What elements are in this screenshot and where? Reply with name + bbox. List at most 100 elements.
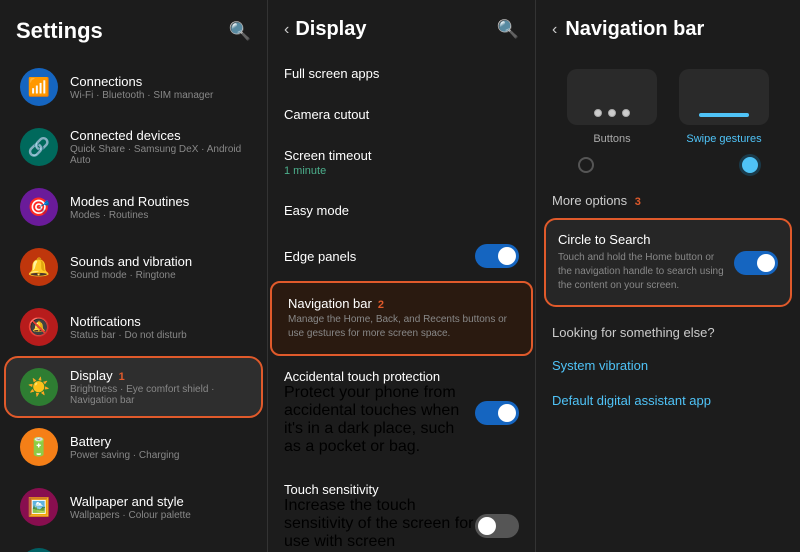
display-item-title-navigation-bar: Navigation bar2 bbox=[288, 296, 515, 311]
sidebar-item-subtitle-connected-devices: Quick Share · Samsung DeX · Android Auto bbox=[70, 144, 247, 166]
badge-2: 2 bbox=[378, 299, 384, 311]
sidebar-item-title-notifications: Notifications bbox=[70, 314, 247, 329]
sidebar-item-subtitle-modes-routines: Modes · Routines bbox=[70, 210, 247, 221]
nav-back-button[interactable]: ‹ bbox=[552, 21, 557, 39]
display-search-button[interactable]: 🔍 bbox=[497, 19, 519, 40]
nav-buttons-label: Buttons bbox=[593, 133, 630, 145]
sidebar-item-subtitle-connections: Wi-Fi · Bluetooth · SIM manager bbox=[70, 90, 247, 101]
display-item-desc-navigation-bar: Manage the Home, Back, and Recents butto… bbox=[288, 313, 515, 341]
connected-devices-icon: 🔗 bbox=[20, 128, 58, 166]
sidebar-item-title-modes-routines: Modes and Routines bbox=[70, 194, 247, 209]
display-item-touch-sensitivity[interactable]: Touch sensitivityIncrease the touch sens… bbox=[268, 469, 535, 552]
toggle-edge-panels[interactable] bbox=[475, 244, 519, 268]
display-item-accidental-touch[interactable]: Accidental touch protectionProtect your … bbox=[268, 356, 535, 469]
display-header: ‹ Display 🔍 bbox=[268, 0, 535, 53]
nav-buttons-box bbox=[567, 69, 657, 125]
sidebar-item-title-connections: Connections bbox=[70, 74, 247, 89]
default-assistant-link[interactable]: Default digital assistant app bbox=[536, 383, 800, 418]
display-panel: ‹ Display 🔍 Full screen apps Camera cutou… bbox=[268, 0, 536, 552]
battery-icon: 🔋 bbox=[20, 428, 58, 466]
display-item-subtitle-screen-timeout: 1 minute bbox=[284, 165, 519, 177]
themes-icon: 🎨 bbox=[20, 548, 58, 552]
wallpaper-icon: 🖼️ bbox=[20, 488, 58, 526]
nav-radio-row bbox=[536, 153, 800, 185]
nav-buttons-radio[interactable] bbox=[578, 157, 594, 173]
navigation-bar-panel: ‹ Navigation bar Buttons Swipe gestures bbox=[536, 0, 800, 552]
display-item-full-screen-apps[interactable]: Full screen apps bbox=[268, 53, 535, 94]
display-item-title-touch-sensitivity: Touch sensitivity bbox=[284, 482, 475, 497]
display-item-desc-touch-sensitivity: Increase the touch sensitivity of the sc… bbox=[284, 497, 475, 552]
nav-buttons-option[interactable]: Buttons bbox=[567, 69, 657, 145]
circle-search-text: Circle to Search Touch and hold the Home… bbox=[558, 232, 724, 293]
looking-for-label: Looking for something else? bbox=[536, 309, 800, 348]
sidebar-item-subtitle-wallpaper: Wallpapers · Colour palette bbox=[70, 510, 247, 521]
display-list: Full screen apps Camera cutout Screen time… bbox=[268, 53, 535, 552]
display-item-screen-timeout[interactable]: Screen timeout 1 minute bbox=[268, 135, 535, 190]
display-item-title-edge-panels: Edge panels bbox=[284, 249, 356, 264]
display-item-camera-cutout[interactable]: Camera cutout bbox=[268, 94, 535, 135]
settings-header: Settings 🔍 bbox=[0, 0, 267, 56]
back-chevron-icon: ‹ bbox=[284, 21, 289, 39]
nav-title: Navigation bar bbox=[565, 18, 704, 41]
system-vibration-link[interactable]: System vibration bbox=[536, 348, 800, 383]
display-item-desc-accidental-touch: Protect your phone from accidental touch… bbox=[284, 384, 475, 456]
display-icon: ☀️ bbox=[20, 368, 58, 406]
nav-dot-2 bbox=[608, 109, 616, 117]
sidebar-item-notifications[interactable]: 🔕 NotificationsStatus bar · Do not distur… bbox=[6, 298, 261, 356]
circle-search-title: Circle to Search bbox=[558, 232, 724, 247]
circle-search-desc: Touch and hold the Home button or the na… bbox=[558, 251, 724, 293]
sidebar-item-subtitle-sounds: Sound mode · Ringtone bbox=[70, 270, 247, 281]
badge-1: 1 bbox=[119, 371, 125, 383]
settings-search-button[interactable]: 🔍 bbox=[229, 21, 251, 42]
circle-to-search-item[interactable]: Circle to Search Touch and hold the Home… bbox=[546, 220, 790, 305]
sidebar-item-subtitle-display: Brightness · Eye comfort shield · Naviga… bbox=[70, 384, 247, 406]
more-options-label: More options 3 bbox=[536, 185, 800, 216]
sidebar-item-title-connected-devices: Connected devices bbox=[70, 128, 247, 143]
display-back-button[interactable]: ‹ bbox=[284, 21, 289, 39]
sidebar-item-connections[interactable]: 📶 ConnectionsWi-Fi · Bluetooth · SIM mana… bbox=[6, 58, 261, 116]
nav-options-preview: Buttons Swipe gestures bbox=[536, 53, 800, 153]
sidebar-item-title-battery: Battery bbox=[70, 434, 247, 449]
sidebar-item-subtitle-battery: Power saving · Charging bbox=[70, 450, 247, 461]
toggle-touch-sensitivity[interactable] bbox=[475, 514, 519, 538]
sidebar-item-sounds[interactable]: 🔔 Sounds and vibrationSound mode · Ringto… bbox=[6, 238, 261, 296]
display-item-title-easy-mode: Easy mode bbox=[284, 203, 519, 218]
badge-3: 3 bbox=[635, 196, 641, 208]
nav-swipe-radio[interactable] bbox=[742, 157, 758, 173]
display-item-title-accidental-touch: Accidental touch protection bbox=[284, 369, 475, 384]
sidebar-item-title-wallpaper: Wallpaper and style bbox=[70, 494, 247, 509]
nav-dot-1 bbox=[594, 109, 602, 117]
sidebar-item-display[interactable]: ☀️ Display1Brightness · Eye comfort shiel… bbox=[6, 358, 261, 416]
display-item-title-camera-cutout: Camera cutout bbox=[284, 107, 519, 122]
display-title: Display bbox=[295, 18, 496, 41]
sidebar-item-modes-routines[interactable]: 🎯 Modes and RoutinesModes · Routines bbox=[6, 178, 261, 236]
nav-swipe-box bbox=[679, 69, 769, 125]
settings-title: Settings bbox=[16, 18, 103, 44]
notifications-icon: 🔕 bbox=[20, 308, 58, 346]
nav-dot-3 bbox=[622, 109, 630, 117]
settings-panel: Settings 🔍 📶 ConnectionsWi-Fi · Bluetooth… bbox=[0, 0, 268, 552]
settings-list: 📶 ConnectionsWi-Fi · Bluetooth · SIM mana… bbox=[0, 56, 267, 552]
display-item-easy-mode[interactable]: Easy mode bbox=[268, 190, 535, 231]
sidebar-item-subtitle-notifications: Status bar · Do not disturb bbox=[70, 330, 247, 341]
sidebar-item-battery[interactable]: 🔋 BatteryPower saving · Charging bbox=[6, 418, 261, 476]
modes-routines-icon: 🎯 bbox=[20, 188, 58, 226]
sidebar-item-title-sounds: Sounds and vibration bbox=[70, 254, 247, 269]
nav-gesture-bar bbox=[699, 113, 749, 117]
nav-back-chevron-icon: ‹ bbox=[552, 21, 557, 39]
display-item-edge-panels[interactable]: Edge panels bbox=[268, 231, 535, 281]
connections-icon: 📶 bbox=[20, 68, 58, 106]
sidebar-item-connected-devices[interactable]: 🔗 Connected devicesQuick Share · Samsung … bbox=[6, 118, 261, 176]
nav-header: ‹ Navigation bar bbox=[536, 0, 800, 53]
nav-swipe-option[interactable]: Swipe gestures bbox=[679, 69, 769, 145]
sidebar-item-themes[interactable]: 🎨ThemesThemes · Wallpapers · Icons bbox=[6, 538, 261, 552]
circle-search-toggle[interactable] bbox=[734, 251, 778, 275]
display-item-title-screen-timeout: Screen timeout bbox=[284, 148, 519, 163]
sidebar-item-wallpaper[interactable]: 🖼️ Wallpaper and styleWallpapers · Colour… bbox=[6, 478, 261, 536]
display-item-navigation-bar[interactable]: Navigation bar2 Manage the Home, Back, an… bbox=[272, 283, 531, 354]
toggle-accidental-touch[interactable] bbox=[475, 401, 519, 425]
sounds-icon: 🔔 bbox=[20, 248, 58, 286]
nav-swipe-label: Swipe gestures bbox=[686, 133, 761, 145]
display-item-title-full-screen-apps: Full screen apps bbox=[284, 66, 519, 81]
sidebar-item-title-display: Display1 bbox=[70, 368, 247, 383]
